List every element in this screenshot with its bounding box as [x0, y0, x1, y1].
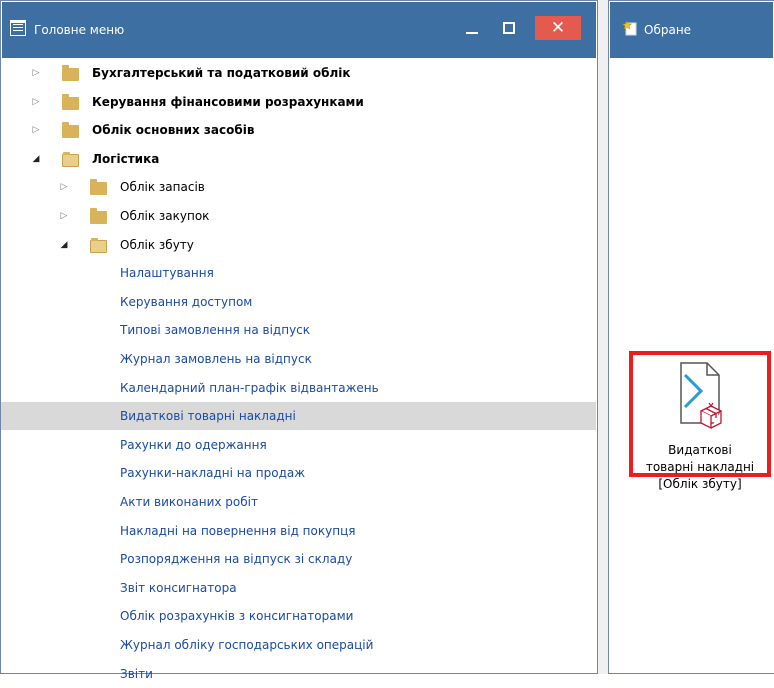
folder-icon [90, 179, 107, 196]
tree-folder-row[interactable]: ▷ Облік основних засобів [1, 116, 596, 144]
expand-arrow-icon[interactable]: ▷ [31, 97, 41, 107]
tree-label: Журнал обліку господарських операцій [120, 638, 374, 652]
favorites-icon [622, 20, 637, 36]
tree-label: Звіт консигнатора [120, 580, 237, 595]
tree-label: Облік запасів [120, 180, 205, 195]
tree-item-row[interactable]: Рахунки до одержання [1, 431, 596, 459]
tree-folder-row[interactable]: ▷ Керування фінансовими розрахунками [1, 88, 596, 116]
close-button[interactable]: ✕ [535, 16, 581, 40]
favorites-window: Обране Видаткові товарні накладні [Облік… [608, 0, 774, 674]
main-menu-title: Головне меню [34, 23, 125, 37]
tree-label: Налаштування [120, 266, 214, 281]
tree-item-row[interactable]: Накладні на повернення від покупця [1, 517, 596, 545]
expand-arrow-icon[interactable]: ▷ [59, 211, 69, 221]
tree-label: Журнал замовлень на відпуск [120, 352, 312, 366]
tree-label: Бухгалтерський та податковий облік [92, 66, 351, 80]
folder-icon [62, 93, 79, 110]
tree-item-row[interactable]: Керування доступом [1, 288, 596, 316]
collapse-arrow-icon[interactable]: ◢ [59, 240, 69, 250]
tree-item-row[interactable]: Рахунки-накладні на продаж [1, 459, 596, 487]
tree-label: Керування фінансовими розрахунками [92, 94, 364, 109]
tile-label-line2: товарні накладні [645, 460, 755, 474]
close-icon: ✕ [550, 17, 566, 38]
tree-label: Календарний план-графік відвантажень [120, 380, 379, 395]
expand-arrow-icon[interactable]: ▷ [31, 68, 41, 78]
collapse-arrow-icon[interactable]: ◢ [31, 154, 41, 164]
tree-item-row[interactable]: Облік розрахунків з консигнаторами [1, 602, 596, 630]
minimize-button[interactable] [457, 16, 487, 40]
folder-icon [62, 122, 79, 139]
tree-label: Рахунки-накладні на продаж [120, 466, 306, 481]
tree-folder-row[interactable]: ◢ Облік збуту [1, 231, 596, 259]
tree-item-row[interactable]: Календарний план-графік відвантажень [1, 374, 596, 402]
tree-folder-row[interactable]: ▷ Облік запасів [1, 173, 596, 201]
folder-icon [62, 65, 79, 81]
minimize-icon [466, 32, 478, 34]
expand-arrow-icon[interactable]: ▷ [59, 182, 69, 192]
favorites-title: Обране [644, 23, 692, 37]
pane-splitter[interactable] [598, 0, 608, 674]
tree-item-row[interactable]: Журнал замовлень на відпуск [1, 345, 596, 373]
expand-arrow-icon[interactable]: ▷ [31, 125, 41, 135]
tree-label: Облік розрахунків з консигнаторами [120, 609, 354, 624]
tree-label: Видаткові товарні накладні [120, 409, 296, 424]
tree-folder-row[interactable]: ▷ Облік закупок [1, 202, 596, 230]
tree-label: Керування доступом [120, 294, 253, 309]
main-menu-window: Головне меню ✕ ▷ Бухгалтерський та податк… [0, 0, 598, 681]
tree-label: Розпорядження на відпуск зі складу [120, 552, 353, 567]
tree-item-row[interactable]: Розпорядження на відпуск зі складу [1, 545, 596, 573]
tree-label: Облік закупок [120, 209, 210, 223]
main-menu-titlebar[interactable]: Головне меню ✕ [1, 1, 597, 59]
tree-item-row[interactable]: Типові замовлення на відпуск [1, 316, 596, 344]
tile-label-line3: [Облік збуту] [658, 477, 742, 491]
tree-item-row[interactable]: Звіт консигнатора [1, 574, 596, 602]
tree-label: Рахунки до одержання [120, 437, 267, 452]
tree-label: Акти виконаних робіт [120, 495, 258, 509]
folder-icon [90, 208, 107, 224]
folder-open-icon [90, 237, 107, 253]
tree-label: Облік основних засобів [92, 123, 255, 138]
tree-item-row[interactable]: Акти виконаних робіт [1, 488, 596, 516]
tree-label: Логістика [92, 151, 160, 166]
tree-item-row[interactable]: Налаштування [1, 259, 596, 287]
maximize-icon [503, 22, 515, 34]
tree-folder-row[interactable]: ◢ Логістика [1, 145, 596, 173]
menu-window-icon [10, 20, 26, 36]
tree-item-row[interactable]: Журнал обліку господарських операцій [1, 631, 596, 659]
tree-label: Облік збуту [120, 237, 194, 252]
tree-label: Накладні на повернення від покупця [120, 523, 356, 538]
tree-folder-row[interactable]: ▷ Бухгалтерський та податковий облік [1, 59, 596, 87]
tile-label-line1: Видаткові [668, 443, 732, 457]
document-box-icon [680, 362, 723, 430]
folder-open-icon [62, 151, 79, 167]
menu-tree: ▷ Бухгалтерський та податковий облік ▷ Керу… [1, 59, 597, 681]
maximize-button[interactable] [494, 16, 524, 40]
tree-item-row[interactable]: Видаткові товарні накладні [1, 402, 596, 431]
favorite-tile-vydatkovi[interactable]: Видаткові товарні накладні [Облік збуту] [629, 351, 771, 491]
favorites-titlebar[interactable]: Обране [609, 1, 774, 59]
tree-label: Типові замовлення на відпуск [120, 323, 311, 338]
